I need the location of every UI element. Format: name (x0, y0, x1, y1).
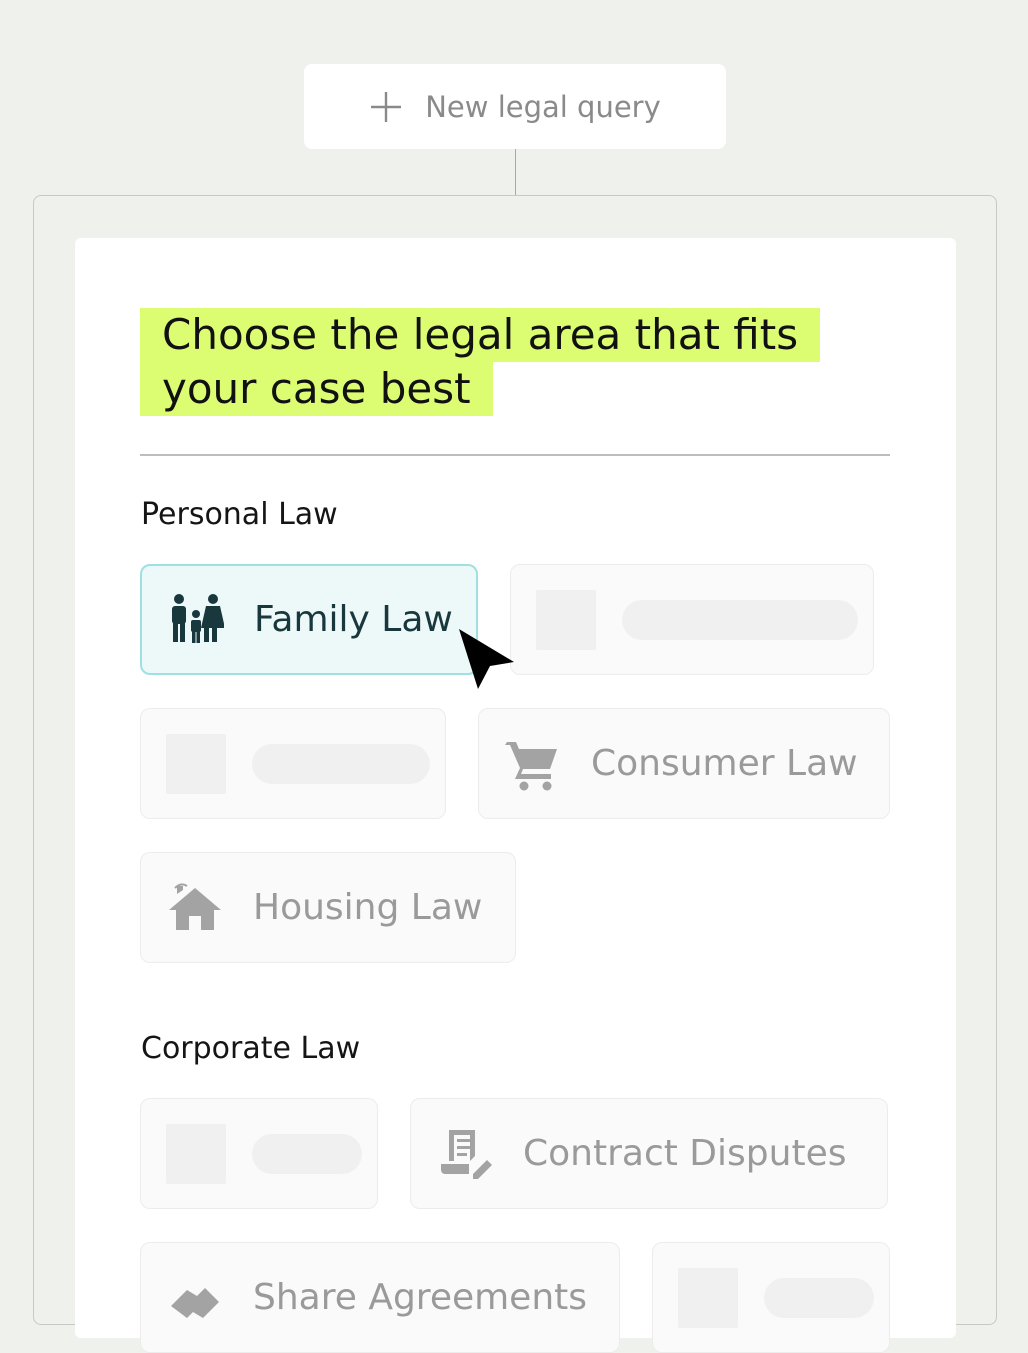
tile-label-contract-disputes: Contract Disputes (523, 1133, 847, 1174)
placeholder-label (252, 1133, 362, 1174)
tile-family-law[interactable]: Family Law (140, 564, 478, 675)
plus-icon (371, 91, 402, 122)
tile-label-housing-law: Housing Law (253, 887, 483, 928)
tile-contract-disputes[interactable]: Contract Disputes (410, 1098, 888, 1209)
tile-label-consumer-law: Consumer Law (591, 743, 858, 784)
family-icon (168, 592, 224, 648)
house-icon (167, 880, 223, 936)
section-title-personal-law: Personal Law (141, 497, 338, 532)
tile-placeholder-2[interactable] (140, 708, 446, 819)
placeholder-label (622, 599, 858, 640)
contract-edit-icon (437, 1126, 493, 1182)
new-legal-query-button[interactable]: New legal query (304, 64, 726, 149)
new-legal-query-label: New legal query (425, 89, 661, 124)
section-title-corporate-law: Corporate Law (141, 1031, 361, 1066)
tile-consumer-law[interactable]: Consumer Law (478, 708, 890, 819)
tile-label-family-law: Family Law (254, 599, 453, 640)
placeholder-icon (536, 589, 596, 650)
placeholder-icon (166, 733, 226, 794)
placeholder-label (252, 743, 430, 784)
connector-line (515, 149, 516, 195)
divider (140, 454, 890, 456)
placeholder-icon (166, 1123, 226, 1184)
mouse-cursor-icon (459, 629, 514, 689)
shopping-cart-icon (505, 736, 561, 792)
title-line-1: Choose the legal area that fits (140, 308, 821, 362)
title-line-2: your case best (140, 362, 493, 416)
page-title: Choose the legal area that fits your cas… (140, 308, 840, 416)
tile-placeholder-3[interactable] (140, 1098, 378, 1209)
tile-housing-law[interactable]: Housing Law (140, 852, 516, 963)
tile-placeholder-1[interactable] (510, 564, 874, 675)
